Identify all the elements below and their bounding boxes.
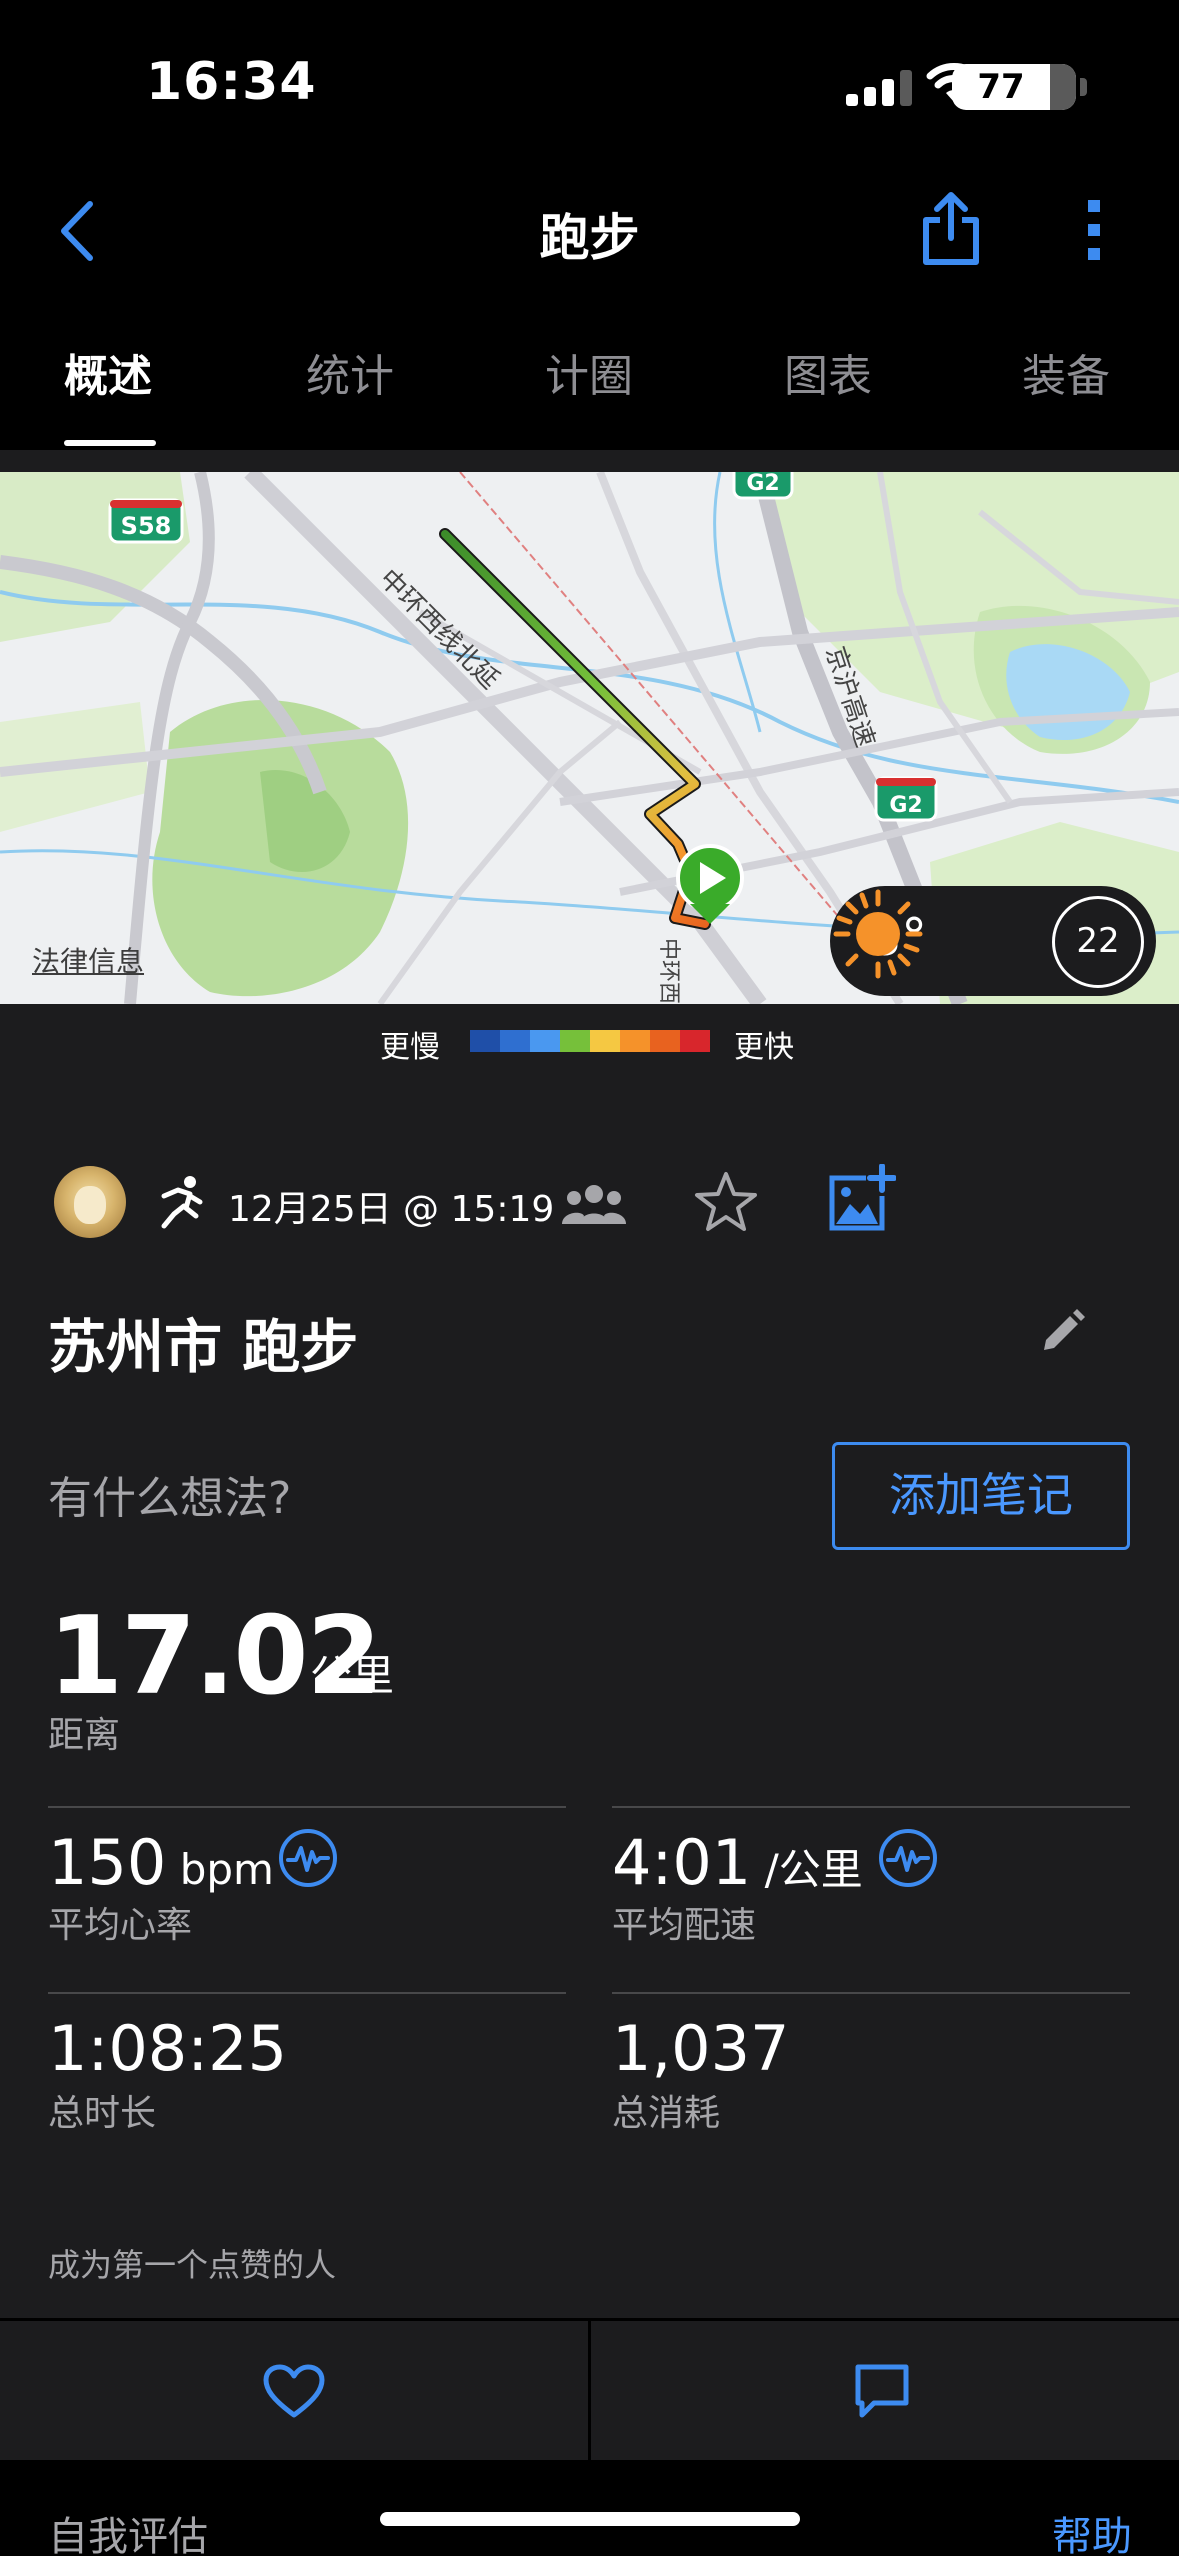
pace-color-swatch [680, 1030, 710, 1052]
avg-heart-rate-value: 150 bpm [48, 1826, 274, 1899]
nav-bar: 跑步 [0, 170, 1179, 290]
pace-color-swatch [650, 1030, 680, 1052]
notes-prompt[interactable]: 有什么想法? [48, 1462, 291, 1526]
pace-legend: 更慢 更快 [0, 1004, 1179, 1074]
route-map[interactable]: 中环西线北延 京沪高速 中环西 S58 G2 G2 法律信息 8° [0, 472, 1179, 1004]
pace-color-swatch [590, 1030, 620, 1052]
pace-color-swatch [620, 1030, 650, 1052]
calories-value: 1,037 [612, 2012, 790, 2085]
legend-fast-label: 更快 [734, 1030, 794, 1065]
running-icon [161, 1176, 203, 1229]
pace-color-swatch [530, 1030, 560, 1052]
tab-stats[interactable]: 统计 [306, 340, 394, 404]
wind-speed: 22 [1076, 921, 1120, 961]
heart-rate-zones-icon[interactable] [278, 1828, 338, 1888]
weather-badge[interactable]: 8° 22 [830, 886, 1156, 996]
pace-zones-icon[interactable] [878, 1828, 938, 1888]
page-title: 跑步 [539, 209, 640, 267]
edit-pencil-icon[interactable] [1040, 1308, 1086, 1354]
pace-color-swatch [500, 1030, 530, 1052]
svg-text:G2: G2 [889, 793, 922, 818]
sun-icon [833, 889, 923, 979]
road-label: 中环西线北延 [373, 564, 505, 696]
status-time: 16:34 [146, 52, 317, 112]
wind-indicator: 22 [1052, 896, 1144, 988]
svg-text:S58: S58 [121, 512, 172, 540]
comment-button[interactable] [591, 2321, 1179, 2460]
avg-heart-rate-unit: bpm [166, 1845, 274, 1894]
activity-datetime: 12月25日 @ 15:19 [228, 1189, 555, 1230]
battery-level: 77 [977, 67, 1025, 107]
highway-shield-s58: S58 [108, 498, 184, 544]
avg-heart-rate-label: 平均心率 [48, 1905, 193, 1946]
avg-pace-label: 平均配速 [612, 1905, 757, 1946]
more-vertical-icon[interactable] [1080, 198, 1110, 262]
legend-slow-label: 更慢 [380, 1030, 440, 1065]
distance-label: 距离 [48, 1715, 121, 1756]
tab-laps[interactable]: 计圈 [545, 340, 633, 404]
cellular-signal-icon [846, 70, 912, 106]
star-icon[interactable] [692, 1168, 760, 1236]
pace-color-swatch [470, 1030, 500, 1052]
avg-pace-value: 4:01 /公里 [612, 1826, 863, 1899]
tab-charts[interactable]: 图表 [784, 340, 872, 404]
divider [48, 1806, 566, 1808]
highway-shield-g2: G2 [874, 776, 938, 822]
tab-gear[interactable]: 装备 [1022, 340, 1110, 404]
heart-icon [263, 2364, 325, 2418]
tab-overview[interactable]: 概述 [64, 340, 152, 404]
likes-text: 成为第一个点赞的人 [48, 2246, 337, 2284]
pace-color-swatch [560, 1030, 590, 1052]
tabs-separator [0, 450, 1179, 472]
total-time-value: 1:08:25 [48, 2012, 288, 2085]
legal-info-link[interactable]: 法律信息 [32, 940, 144, 980]
avg-pace-unit: /公里 [751, 1845, 863, 1894]
activity-summary: 12月25日 @ 15:19 苏州市 跑步 有什么想法? 添加笔记 17.02 … [0, 1074, 1179, 2318]
divider [612, 1806, 1130, 1808]
like-button[interactable] [0, 2321, 588, 2460]
battery-tip [1080, 78, 1087, 96]
highway-shield-g2: G2 [732, 472, 794, 500]
distance-unit: 公里 [310, 1651, 395, 1700]
share-icon[interactable] [920, 190, 982, 266]
self-evaluation-label: 自我评估 [48, 2514, 208, 2556]
add-photo-icon[interactable] [826, 1164, 896, 1234]
calories-label: 总消耗 [612, 2093, 721, 2134]
divider [48, 1992, 566, 1994]
road-label: 中环西 [656, 938, 681, 1004]
avatar[interactable] [54, 1166, 126, 1238]
add-note-button[interactable]: 添加笔记 [832, 1442, 1130, 1550]
pace-color-scale [470, 1030, 710, 1052]
action-bar [0, 2318, 1179, 2460]
active-tab-indicator [64, 440, 156, 446]
svg-text:G2: G2 [746, 472, 779, 496]
home-indicator [380, 2512, 800, 2526]
battery-icon: 77 [952, 64, 1076, 110]
help-link[interactable]: 帮助 [1052, 2504, 1132, 2556]
activity-title: 苏州市 跑步 [48, 1313, 359, 1381]
tab-bar: 概述 统计 计圈 图表 装备 [0, 290, 1179, 450]
comment-icon [855, 2364, 909, 2418]
divider [612, 1992, 1130, 1994]
self-evaluation-section: 自我评估 帮助 [0, 2460, 1179, 2556]
total-time-label: 总时长 [48, 2093, 157, 2134]
group-icon[interactable] [562, 1182, 626, 1226]
status-bar: 16:34 77 [0, 0, 1179, 170]
